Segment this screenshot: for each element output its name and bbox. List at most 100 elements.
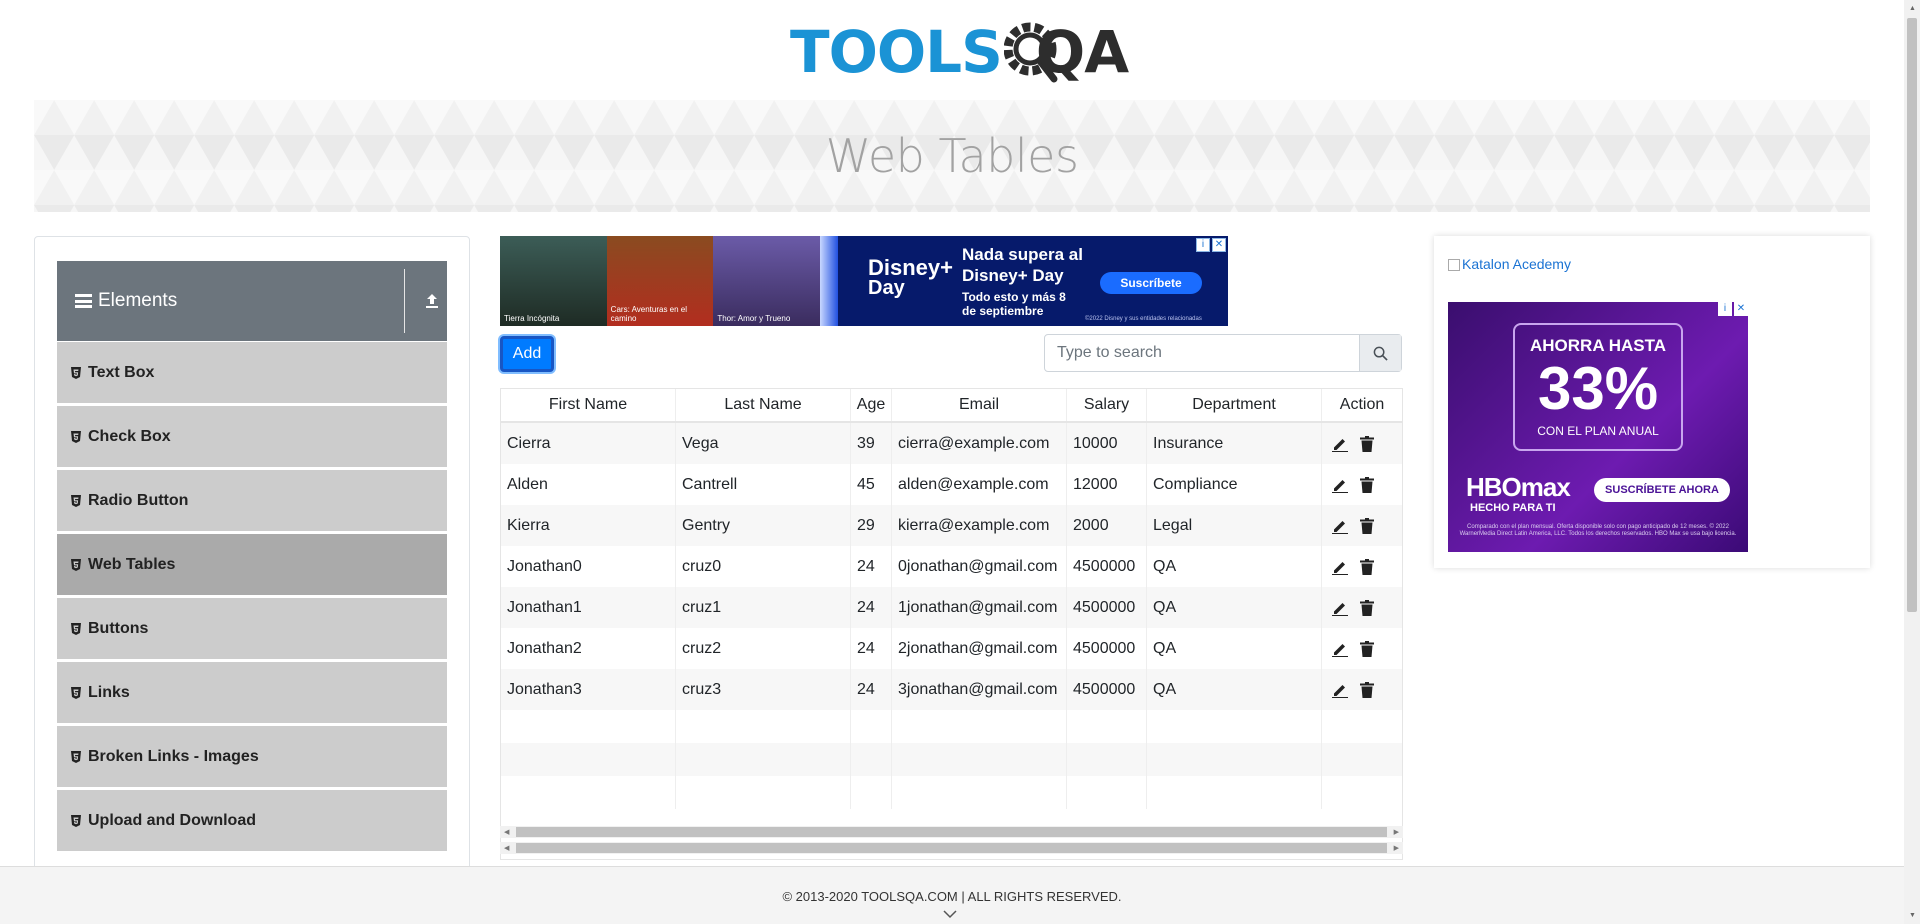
elements-group-header[interactable]: Elements [57, 261, 447, 341]
copyright-text: © 2013-2020 TOOLSQA.COM | ALL RIGHTS RES… [782, 889, 1122, 904]
html5-icon [71, 814, 81, 827]
table-cell: Legal [1147, 505, 1322, 546]
column-header[interactable]: Department [1147, 389, 1322, 421]
table-cell [851, 776, 892, 809]
katalon-academy-image[interactable]: Katalon Acedemy [1448, 256, 1571, 272]
html5-icon [71, 366, 81, 379]
add-button[interactable]: Add [500, 336, 554, 372]
table-cell [676, 710, 851, 743]
column-header[interactable]: First Name [501, 389, 676, 421]
scroll-thumb[interactable] [1907, 18, 1917, 612]
ad-info-icon[interactable]: i [1718, 302, 1732, 316]
page-scrollbar[interactable]: ▲ ▼ [1904, 0, 1920, 924]
html5-icon [71, 750, 81, 763]
pencil-icon[interactable] [1332, 518, 1348, 534]
disney-ad-banner[interactable]: Tierra Incógnita Cars: Aventuras en el c… [500, 236, 1228, 326]
trash-icon[interactable] [1360, 435, 1374, 452]
sidebar-item-label: Buttons [88, 619, 149, 637]
trash-icon[interactable] [1360, 476, 1374, 493]
ad-poster: Thor: Amor y Trueno [713, 236, 821, 326]
trash-icon[interactable] [1360, 599, 1374, 616]
table-cell: 12000 [1067, 464, 1147, 505]
column-header[interactable]: Salary [1067, 389, 1147, 421]
row-actions [1322, 505, 1402, 546]
html5-icon [71, 558, 81, 571]
sidebar-item-broken-links-images[interactable]: Broken Links - Images [57, 725, 447, 787]
sidebar-item-label: Broken Links - Images [88, 747, 259, 765]
column-header[interactable]: Age [851, 389, 892, 421]
table-cell [1147, 710, 1322, 743]
table-cell: 29 [851, 505, 892, 546]
table-cell [501, 743, 676, 776]
ad-posters: Tierra Incógnita Cars: Aventuras en el c… [500, 236, 821, 326]
toolsqa-logo[interactable]: TOOLS QA [790, 14, 1129, 90]
ad-subscribe-button[interactable]: Suscríbete [1100, 272, 1202, 294]
hbo-max-ad[interactable]: AHORRA HASTA 33% CON EL PLAN ANUAL HBOma… [1448, 302, 1748, 552]
sidebar-item-radio-button[interactable]: Radio Button [57, 469, 447, 531]
sidebar-item-web-tables[interactable]: Web Tables [57, 533, 447, 595]
table-cell: 2000 [1067, 505, 1147, 546]
table-scrollbar-horizontal-2[interactable]: ◀ ▶ [500, 842, 1403, 854]
right-ad-panel: Katalon Acedemy AHORRA HASTA 33% CON EL … [1434, 236, 1870, 568]
table-cell: alden@example.com [892, 464, 1067, 505]
ad-info-icon[interactable]: i [1196, 238, 1210, 252]
table-cell: cierra@example.com [892, 423, 1067, 464]
hbo-subscribe-button[interactable]: SUSCRÍBETE AHORA [1594, 478, 1730, 502]
scroll-down-arrow[interactable]: ▼ [1909, 912, 1916, 919]
table-body: Cierra Vega 39 cierra@example.com 10000 Insur… [501, 423, 1402, 809]
hbo-fineprint: Comparado con el plan mensual. Oferta di… [1459, 524, 1737, 537]
pencil-icon[interactable] [1332, 600, 1348, 616]
table-cell: 39 [851, 423, 892, 464]
chevron-down-icon[interactable] [942, 909, 958, 919]
scroll-up-arrow[interactable]: ▲ [1909, 5, 1916, 12]
ad-close-icon[interactable]: ✕ [1212, 238, 1226, 252]
trash-icon[interactable] [1360, 640, 1374, 657]
table-cell: QA [1147, 587, 1322, 628]
table-cell: 0jonathan@gmail.com [892, 546, 1067, 587]
ad-headline: Nada supera al Disney+ Day [962, 245, 1083, 285]
table-cell [1322, 776, 1402, 809]
sidebar-item-upload-and-download[interactable]: Upload and Download [57, 789, 447, 851]
table-row: Jonathan0 cruz0 24 0jonathan@gmail.com 45000… [501, 546, 1402, 587]
html5-icon [71, 430, 81, 443]
promo-line2: CON EL PLAN ANUAL [1537, 424, 1659, 438]
sidebar-item-check-box[interactable]: Check Box [57, 405, 447, 467]
table-row: Jonathan2 cruz2 24 2jonathan@gmail.com 45000… [501, 628, 1402, 669]
search-input[interactable] [1045, 335, 1359, 371]
table-cell [1067, 743, 1147, 776]
logo-qa-text: QA [1035, 18, 1129, 86]
sidebar-item-text-box[interactable]: Text Box [57, 341, 447, 403]
table-scrollbar-horizontal[interactable]: ◀ ▶ [500, 826, 1403, 838]
pencil-icon[interactable] [1332, 436, 1348, 452]
table-cell [501, 710, 676, 743]
search-button[interactable] [1359, 335, 1401, 371]
sidebar-item-buttons[interactable]: Buttons [57, 597, 447, 659]
table-cell: Jonathan0 [501, 546, 676, 587]
column-header[interactable]: Last Name [676, 389, 851, 421]
ad-close-icon[interactable]: ✕ [1734, 302, 1748, 316]
trash-icon[interactable] [1360, 517, 1374, 534]
pencil-icon[interactable] [1332, 559, 1348, 575]
logo-tools-text: TOOLS [790, 18, 1003, 86]
pencil-icon[interactable] [1332, 477, 1348, 493]
row-actions [1322, 546, 1402, 587]
sidebar-item-label: Radio Button [88, 491, 189, 509]
table-cell [1067, 776, 1147, 809]
table-cell [892, 776, 1067, 809]
column-header[interactable]: Action [1322, 389, 1402, 421]
trash-icon[interactable] [1360, 558, 1374, 575]
katalon-alt-text: Katalon Acedemy [1462, 256, 1571, 272]
html5-icon [71, 622, 81, 635]
web-table: First Name Last Name Age Email Salary De… [500, 388, 1403, 860]
trash-icon[interactable] [1360, 681, 1374, 698]
collapse-upload-icon[interactable] [425, 293, 439, 309]
pencil-icon[interactable] [1332, 641, 1348, 657]
pencil-icon[interactable] [1332, 682, 1348, 698]
column-header[interactable]: Email [892, 389, 1067, 421]
table-cell: 4500000 [1067, 546, 1147, 587]
row-actions [1322, 628, 1402, 669]
table-cell [892, 710, 1067, 743]
sidebar-item-links[interactable]: Links [57, 661, 447, 723]
table-cell: 4500000 [1067, 669, 1147, 710]
search-icon [1373, 346, 1388, 361]
